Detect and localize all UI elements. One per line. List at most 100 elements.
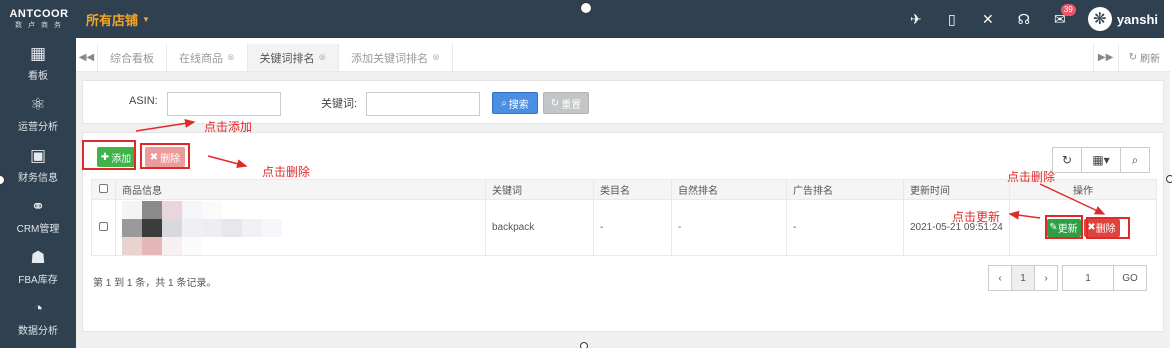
handshake-icon: ⚭ bbox=[30, 197, 46, 216]
product-info-cell bbox=[115, 199, 486, 256]
next-page-button[interactable]: › bbox=[1034, 265, 1058, 291]
finance-icon: ▣ bbox=[29, 146, 47, 165]
resize-handle-top bbox=[580, 2, 592, 14]
mobile-icon[interactable]: ▯ bbox=[934, 0, 970, 38]
tab-label: 关键词排名 bbox=[259, 52, 315, 65]
sidebar: ▦ 看板 ⚛ 运营分析 ▣ 财务信息 ⚭ CRM管理 ☗ FBA库存 ◔ 数据分… bbox=[0, 38, 76, 348]
tab-add-keyword-ranking[interactable]: 添加关键词排名 ⊗ bbox=[339, 44, 453, 71]
grid-icon: ▦▾ bbox=[1092, 153, 1110, 167]
annotation-box-update bbox=[1045, 215, 1083, 239]
col-keyword[interactable]: 关键词 bbox=[485, 179, 594, 200]
annotation-click-delete: 点击删除 bbox=[262, 165, 311, 179]
brand-logo[interactable]: ANTCOOR 数 卢 商 务 bbox=[0, 0, 78, 38]
asin-label: ASIN: bbox=[129, 95, 158, 107]
annotation-click-update: 点击更新 bbox=[952, 210, 1001, 224]
sidebar-item-data[interactable]: ◔ 数据分析 bbox=[0, 293, 76, 344]
fullscreen-icon[interactable]: ✕ bbox=[970, 0, 1006, 38]
table-panel: ✚ 添加 ✖ 删除 ↻ ▦▾ ⌕ 商品信息 关键词 类目名 自然排名 广告排名 … bbox=[82, 132, 1164, 332]
reset-button[interactable]: ↻ 重置 bbox=[543, 92, 589, 114]
store-selector[interactable]: 所有店铺 ▼ bbox=[86, 10, 150, 29]
sidebar-item-label: 运营分析 bbox=[18, 122, 58, 133]
mail-icon[interactable]: ✉ 39 bbox=[1042, 0, 1078, 38]
resize-handle-right bbox=[1166, 175, 1172, 183]
chart-pie-icon: ◔ bbox=[32, 299, 44, 318]
sidebar-item-analytics[interactable]: ⚛ 运营分析 bbox=[0, 89, 76, 140]
pagination-summary: 第 1 到 1 条，共 1 条记录。 bbox=[93, 278, 217, 289]
refresh-icon: ↻ bbox=[1061, 153, 1073, 167]
col-category[interactable]: 类目名 bbox=[593, 179, 672, 200]
ad-rank-cell: - bbox=[786, 199, 904, 256]
actions-cell: ✎ 更新 ✖ 删除 bbox=[1009, 199, 1157, 256]
reset-button-label: 重置 bbox=[561, 99, 582, 111]
sidebar-item-dashboard[interactable]: ▦ 看板 bbox=[0, 38, 76, 89]
sidebar-item-label: 数据分析 bbox=[18, 326, 58, 337]
natural-rank-cell: - bbox=[671, 199, 787, 256]
sidebar-item-label: 看板 bbox=[28, 71, 48, 82]
sidebar-item-label: 财务信息 bbox=[18, 173, 58, 184]
annotation-box-delete bbox=[140, 143, 190, 169]
table-tools: ↻ ▦▾ ⌕ bbox=[1052, 147, 1150, 173]
pagination: ‹ 1 › bbox=[988, 265, 1058, 291]
col-updated[interactable]: 更新时间 bbox=[903, 179, 1010, 200]
annotation-click-add: 点击添加 bbox=[204, 120, 253, 134]
col-ad-rank[interactable]: 广告排名 bbox=[786, 179, 904, 200]
page-1-button[interactable]: 1 bbox=[1011, 265, 1035, 291]
avatar[interactable]: ❋ bbox=[1087, 7, 1112, 31]
close-icon[interactable]: ⊗ bbox=[432, 52, 440, 63]
sidebar-item-finance[interactable]: ▣ 财务信息 bbox=[0, 140, 76, 191]
tab-label: 添加关键词排名 bbox=[351, 52, 429, 65]
keyword-input[interactable] bbox=[366, 92, 480, 116]
chevron-down-icon: ▼ bbox=[142, 14, 150, 24]
annotation-click-delete-row: 点击删除 bbox=[1007, 170, 1056, 184]
select-all-cell bbox=[91, 179, 116, 200]
tab-online-products[interactable]: 在线商品 ⊗ bbox=[167, 44, 248, 71]
page-jump: GO bbox=[1062, 265, 1147, 291]
search-icon: ⌕ bbox=[1131, 152, 1139, 167]
sidebar-item-fba[interactable]: ☗ FBA库存 bbox=[0, 242, 76, 293]
row-select-cell bbox=[91, 199, 116, 256]
col-product-info[interactable]: 商品信息 bbox=[115, 179, 486, 200]
sidebar-item-crm[interactable]: ⚭ CRM管理 bbox=[0, 191, 76, 242]
annotation-box-row-delete bbox=[1086, 217, 1130, 239]
annotation-box-add bbox=[82, 140, 136, 170]
tab-keyword-ranking[interactable]: 关键词排名 ⊗ bbox=[247, 44, 340, 71]
page-jump-input[interactable] bbox=[1062, 265, 1114, 291]
dashboard-icon: ▦ bbox=[29, 44, 47, 63]
tab-dashboard[interactable]: 综合看板 bbox=[98, 44, 167, 71]
asin-input[interactable] bbox=[167, 92, 281, 116]
store-selector-label: 所有店铺 bbox=[86, 12, 139, 28]
analytics-icon: ⚛ bbox=[30, 95, 46, 114]
refresh-icon: ↻ bbox=[1128, 52, 1137, 63]
tab-label: 在线商品 bbox=[179, 52, 223, 65]
col-natural-rank[interactable]: 自然排名 bbox=[671, 179, 787, 200]
tab-refresh-button[interactable]: ↻ 刷新 bbox=[1119, 44, 1170, 71]
tab-bar: ◀◀ 综合看板 在线商品 ⊗ 关键词排名 ⊗ 添加关键词排名 ⊗ ▶▶ ↻ 刷新 bbox=[76, 44, 1170, 72]
tab-refresh-label: 刷新 bbox=[1140, 54, 1160, 65]
sidebar-item-label: FBA库存 bbox=[18, 275, 58, 286]
search-button[interactable]: ⌕ 搜索 bbox=[492, 92, 538, 114]
search-button-label: 搜索 bbox=[508, 99, 529, 111]
resize-handle-bottom bbox=[580, 342, 588, 348]
columns-toggle-button[interactable]: ▦▾ bbox=[1081, 147, 1121, 173]
keyword-cell: backpack bbox=[485, 199, 594, 256]
close-icon[interactable]: ⊗ bbox=[319, 52, 327, 63]
username[interactable]: yanshi bbox=[1117, 12, 1158, 27]
go-button[interactable]: GO bbox=[1113, 265, 1147, 291]
select-all-checkbox[interactable] bbox=[99, 183, 108, 193]
refresh-table-button[interactable]: ↻ bbox=[1052, 147, 1082, 173]
tab-scroll-right-icon[interactable]: ▶▶ bbox=[1092, 44, 1119, 71]
category-cell: - bbox=[593, 199, 672, 256]
search-toggle-button[interactable]: ⌕ bbox=[1120, 147, 1150, 173]
tab-scroll-left-icon[interactable]: ◀◀ bbox=[76, 44, 98, 71]
prev-page-button[interactable]: ‹ bbox=[988, 265, 1012, 291]
keyword-label: 关键词: bbox=[321, 98, 358, 110]
brand-name: ANTCOOR bbox=[9, 8, 69, 20]
headset-icon[interactable]: ☊ bbox=[1006, 0, 1042, 38]
refresh-icon: ↻ bbox=[550, 97, 560, 109]
product-image-blurred bbox=[122, 200, 479, 255]
message-count-badge: 39 bbox=[1060, 4, 1076, 16]
pin-icon[interactable]: ✈ bbox=[898, 0, 934, 38]
row-checkbox[interactable] bbox=[99, 221, 108, 231]
search-icon: ⌕ bbox=[501, 97, 507, 109]
close-icon[interactable]: ⊗ bbox=[227, 52, 235, 63]
